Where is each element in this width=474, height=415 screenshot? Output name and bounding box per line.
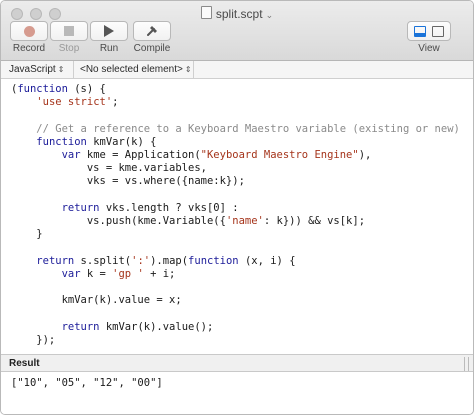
code-line: return vks.length ? vks[0] : (61, 201, 239, 214)
language-selector[interactable]: JavaScript ⇕ (9, 64, 64, 75)
divider (73, 61, 74, 79)
compile-label: Compile (133, 43, 171, 54)
document-icon (200, 6, 212, 19)
result-label: Result (9, 358, 40, 369)
code-line: }); (11, 333, 56, 346)
script-editor-window: split.scpt ⌄ Record Stop Run Compile Vie… (0, 0, 474, 415)
view-result-pane-icon[interactable] (414, 25, 426, 37)
code-line: var kme = Application("Keyboard Maestro … (61, 149, 372, 161)
code-line: function kmVar(k) { (36, 135, 157, 148)
code-line: return kmVar(k).value(); (61, 320, 214, 333)
code-line: kmVar(k).value = x; (11, 294, 182, 307)
view-sidebar-icon[interactable] (432, 25, 444, 37)
result-value: ["10", "05", "12", "00"] (11, 377, 163, 389)
result-pane: ["10", "05", "12", "00"] (1, 372, 473, 414)
stop-icon (64, 26, 74, 36)
element-selector[interactable]: <No selected element> ⇕ (80, 64, 192, 75)
element-selector-label: <No selected element> (80, 64, 183, 75)
result-header: Result (1, 354, 473, 372)
document-title-text: split.scpt (215, 7, 263, 21)
navigation-bar: JavaScript ⇕ <No selected element> ⇕ (1, 61, 473, 79)
code-line: // Get a reference to a Keyboard Maestro… (36, 122, 460, 135)
code-line: vs.push(kme.Variable({'name': k})) && vs… (11, 215, 366, 227)
play-icon (104, 25, 114, 37)
view-control: View (404, 21, 454, 54)
code-line: var k = 'gp ' + i; (61, 267, 176, 280)
view-label: View (418, 43, 440, 54)
code-line: vks = vs.where({name:k}); (11, 175, 245, 188)
updown-chevron-icon: ⇕ (57, 65, 65, 74)
document-title[interactable]: split.scpt ⌄ (1, 6, 473, 21)
script-editor[interactable]: (function (s) { 'use strict'; // Get a r… (1, 79, 473, 372)
code-line: (function (s) { (11, 83, 106, 95)
code-line: 'use strict'; (36, 96, 119, 109)
hammer-icon (147, 26, 157, 36)
titlebar: split.scpt ⌄ Record Stop Run Compile Vie… (1, 1, 473, 61)
resize-grip[interactable] (464, 357, 469, 371)
updown-chevron-icon: ⇕ (184, 65, 192, 74)
code-line: } (11, 228, 43, 241)
code-line: vs = kme.variables, (11, 162, 207, 175)
code-line: return s.split(':').map(function (x, i) … (36, 254, 296, 267)
divider (193, 61, 194, 79)
chevron-down-icon: ⌄ (265, 10, 274, 20)
language-selector-label: JavaScript (9, 64, 56, 75)
record-icon (23, 25, 35, 37)
compile-button[interactable]: Compile (127, 21, 177, 54)
